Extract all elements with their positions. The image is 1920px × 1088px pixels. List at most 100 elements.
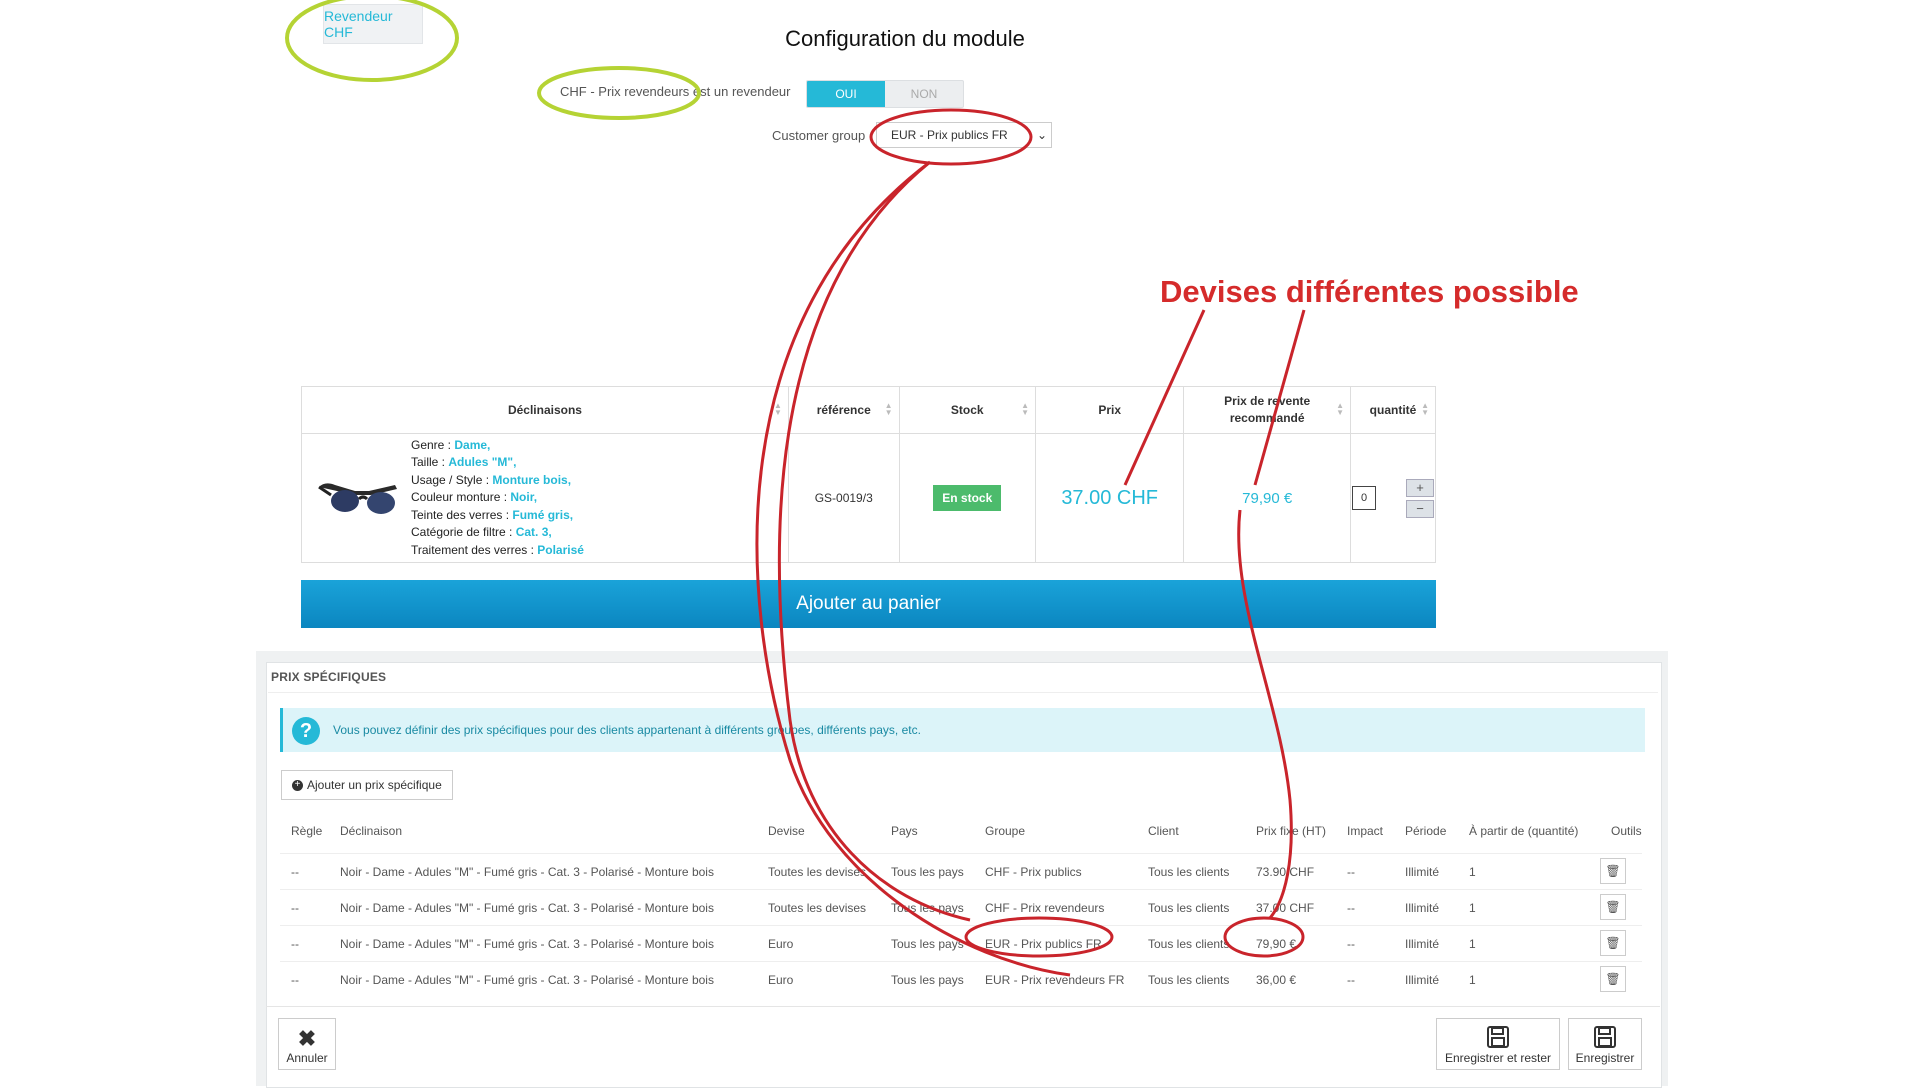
reseller-switch[interactable]: OUI NON bbox=[806, 80, 964, 108]
switch-no[interactable]: NON bbox=[885, 81, 963, 107]
declinaison-cell: Noir - Dame - Adules "M" - Fumé gris - C… bbox=[340, 901, 714, 915]
divider bbox=[268, 692, 1658, 693]
trash-icon[interactable]: 🗑 bbox=[1600, 966, 1626, 992]
trash-icon[interactable]: 🗑 bbox=[1600, 894, 1626, 920]
client-cell: Tous les clients bbox=[1148, 865, 1230, 879]
attr-teinte: Teinte des verres : Fumé gris, bbox=[411, 507, 574, 522]
question-icon: ? bbox=[292, 717, 320, 745]
col-impact: Impact bbox=[1347, 824, 1384, 838]
header-prix[interactable]: Prix bbox=[1034, 386, 1185, 434]
table-row: -- Noir - Dame - Adules "M" - Fumé gris … bbox=[280, 961, 1642, 998]
close-icon: ✖ bbox=[297, 1026, 317, 1051]
col-a-partir-de: À partir de (quantité) bbox=[1469, 824, 1579, 838]
attribute-list: Genre : Dame, Taille : Adules "M", Usage… bbox=[411, 437, 584, 560]
add-specific-price-button[interactable]: + Ajouter un prix spécifique bbox=[281, 770, 453, 800]
stock-badge: En stock bbox=[933, 485, 1002, 511]
price-cell: 73.90 CHF bbox=[1256, 865, 1315, 879]
variant-cell: Genre : Dame, Taille : Adules "M", Usage… bbox=[301, 433, 789, 563]
config-title: Configuration du module bbox=[785, 26, 1025, 51]
col-groupe: Groupe bbox=[985, 824, 1026, 838]
attr-categorie: Catégorie de filtre : Cat. 3, bbox=[411, 525, 552, 540]
reseller-switch-label: CHF - Prix revendeurs est un revendeur bbox=[560, 84, 791, 99]
plus-icon[interactable]: + bbox=[1406, 478, 1434, 497]
group-cell: CHF - Prix revendeurs bbox=[985, 901, 1105, 915]
floppy-disk-icon bbox=[1487, 1026, 1509, 1048]
header-stock[interactable]: Stock ▲ ▼ bbox=[898, 386, 1036, 434]
declinaison-cell: Noir - Dame - Adules "M" - Fumé gris - C… bbox=[340, 973, 714, 987]
attr-traitement: Traitement des verres : Polarisé bbox=[411, 542, 584, 557]
currency-cell: Toutes les devises bbox=[768, 865, 867, 879]
header-quantite[interactable]: quantité ▲ ▼ bbox=[1350, 386, 1436, 434]
customer-group-select[interactable]: EUR - Prix publics FR ⌄ bbox=[876, 122, 1052, 148]
price-value: 37.00 CHF bbox=[1061, 486, 1159, 509]
impact-cell: -- bbox=[1347, 973, 1355, 987]
declinaison-cell: Noir - Dame - Adules "M" - Fumé gris - C… bbox=[340, 937, 714, 951]
from-quantity-cell: 1 bbox=[1469, 973, 1476, 987]
quantity-input[interactable]: 0 bbox=[1352, 486, 1376, 510]
group-cell: EUR - Prix publics FR bbox=[985, 937, 1102, 951]
save-label: Enregistrer bbox=[1575, 1051, 1635, 1065]
from-quantity-cell: 1 bbox=[1469, 937, 1476, 951]
chevron-down-icon: ⌄ bbox=[1036, 128, 1047, 142]
header-declinaisons[interactable]: Déclinaisons ▲ ▼ bbox=[301, 386, 789, 434]
impact-cell: -- bbox=[1347, 937, 1355, 951]
footer-divider bbox=[266, 1006, 1660, 1007]
recommended-price-cell: 79,90 € bbox=[1183, 433, 1351, 563]
table-row: -- Noir - Dame - Adules "M" - Fumé gris … bbox=[280, 925, 1642, 962]
attr-taille: Taille : Adules "M", bbox=[411, 455, 517, 470]
col-regle: Règle bbox=[291, 824, 323, 838]
declinaison-cell: Noir - Dame - Adules "M" - Fumé gris - C… bbox=[340, 865, 714, 879]
impact-cell: -- bbox=[1347, 865, 1355, 879]
sort-icon: ▲ ▼ bbox=[1021, 401, 1029, 417]
trash-icon[interactable]: 🗑 bbox=[1600, 858, 1626, 884]
client-cell: Tous les clients bbox=[1148, 901, 1230, 915]
impact-cell: -- bbox=[1347, 901, 1355, 915]
sunglasses-image bbox=[318, 483, 397, 514]
cancel-button[interactable]: ✖ Annuler bbox=[278, 1018, 336, 1070]
period-cell: Illimité bbox=[1405, 937, 1440, 951]
rule-cell: -- bbox=[291, 973, 299, 987]
attr-usage: Usage / Style : Monture bois, bbox=[411, 472, 572, 487]
period-cell: Illimité bbox=[1405, 973, 1440, 987]
panel-title: PRIX SPÉCIFIQUES bbox=[271, 670, 387, 684]
save-and-stay-button[interactable]: Enregistrer et rester bbox=[1436, 1018, 1560, 1070]
trash-icon[interactable]: 🗑 bbox=[1600, 930, 1626, 956]
table-row: -- Noir - Dame - Adules "M" - Fumé gris … bbox=[280, 889, 1642, 926]
sort-icon: ▲ ▼ bbox=[1336, 401, 1344, 417]
product-row: Genre : Dame, Taille : Adules "M", Usage… bbox=[301, 433, 1436, 563]
add-to-cart-button[interactable]: Ajouter au panier bbox=[301, 580, 1436, 628]
period-cell: Illimité bbox=[1405, 865, 1440, 879]
sort-icon: ▲ ▼ bbox=[884, 401, 893, 417]
currency-cell: Euro bbox=[768, 937, 794, 951]
header-recommended-price[interactable]: Prix de revente recommandé ▲ ▼ bbox=[1183, 386, 1351, 434]
rule-cell: -- bbox=[291, 901, 299, 915]
sort-icon: ▲ ▼ bbox=[1421, 401, 1429, 417]
price-cell: 36,00 € bbox=[1256, 973, 1297, 987]
period-cell: Illimité bbox=[1405, 901, 1440, 915]
switch-yes[interactable]: OUI bbox=[807, 81, 885, 107]
price-cell: 79,90 € bbox=[1256, 937, 1297, 951]
minus-icon[interactable]: − bbox=[1406, 499, 1434, 518]
country-cell: Tous les pays bbox=[891, 973, 964, 987]
col-client: Client bbox=[1148, 824, 1179, 838]
rule-cell: -- bbox=[291, 865, 299, 879]
col-declinaison: Déclinaison bbox=[340, 824, 403, 838]
floppy-disk-icon bbox=[1594, 1026, 1616, 1048]
attr-genre: Genre : Dame, bbox=[411, 437, 491, 452]
from-quantity-cell: 1 bbox=[1469, 901, 1476, 915]
col-periode: Période bbox=[1405, 824, 1447, 838]
price-cell: 37.00 CHF bbox=[1256, 901, 1315, 915]
plus-circle-icon: + bbox=[292, 779, 303, 791]
country-cell: Tous les pays bbox=[891, 937, 964, 951]
client-cell: Tous les clients bbox=[1148, 937, 1230, 951]
col-prix-fixe: Prix fixe (HT) bbox=[1256, 824, 1326, 838]
annotation-callout: Devises différentes possible bbox=[1160, 274, 1579, 309]
client-cell: Tous les clients bbox=[1148, 973, 1230, 987]
group-cell: EUR - Prix revendeurs FR bbox=[985, 973, 1125, 987]
country-cell: Tous les pays bbox=[891, 901, 964, 915]
cancel-label: Annuler bbox=[286, 1051, 328, 1065]
header-reference[interactable]: référence ▲ ▼ bbox=[787, 386, 900, 434]
save-button[interactable]: Enregistrer bbox=[1568, 1018, 1642, 1070]
stock-cell: En stock bbox=[898, 433, 1036, 563]
attr-couleur: Couleur monture : Noir, bbox=[411, 490, 538, 505]
